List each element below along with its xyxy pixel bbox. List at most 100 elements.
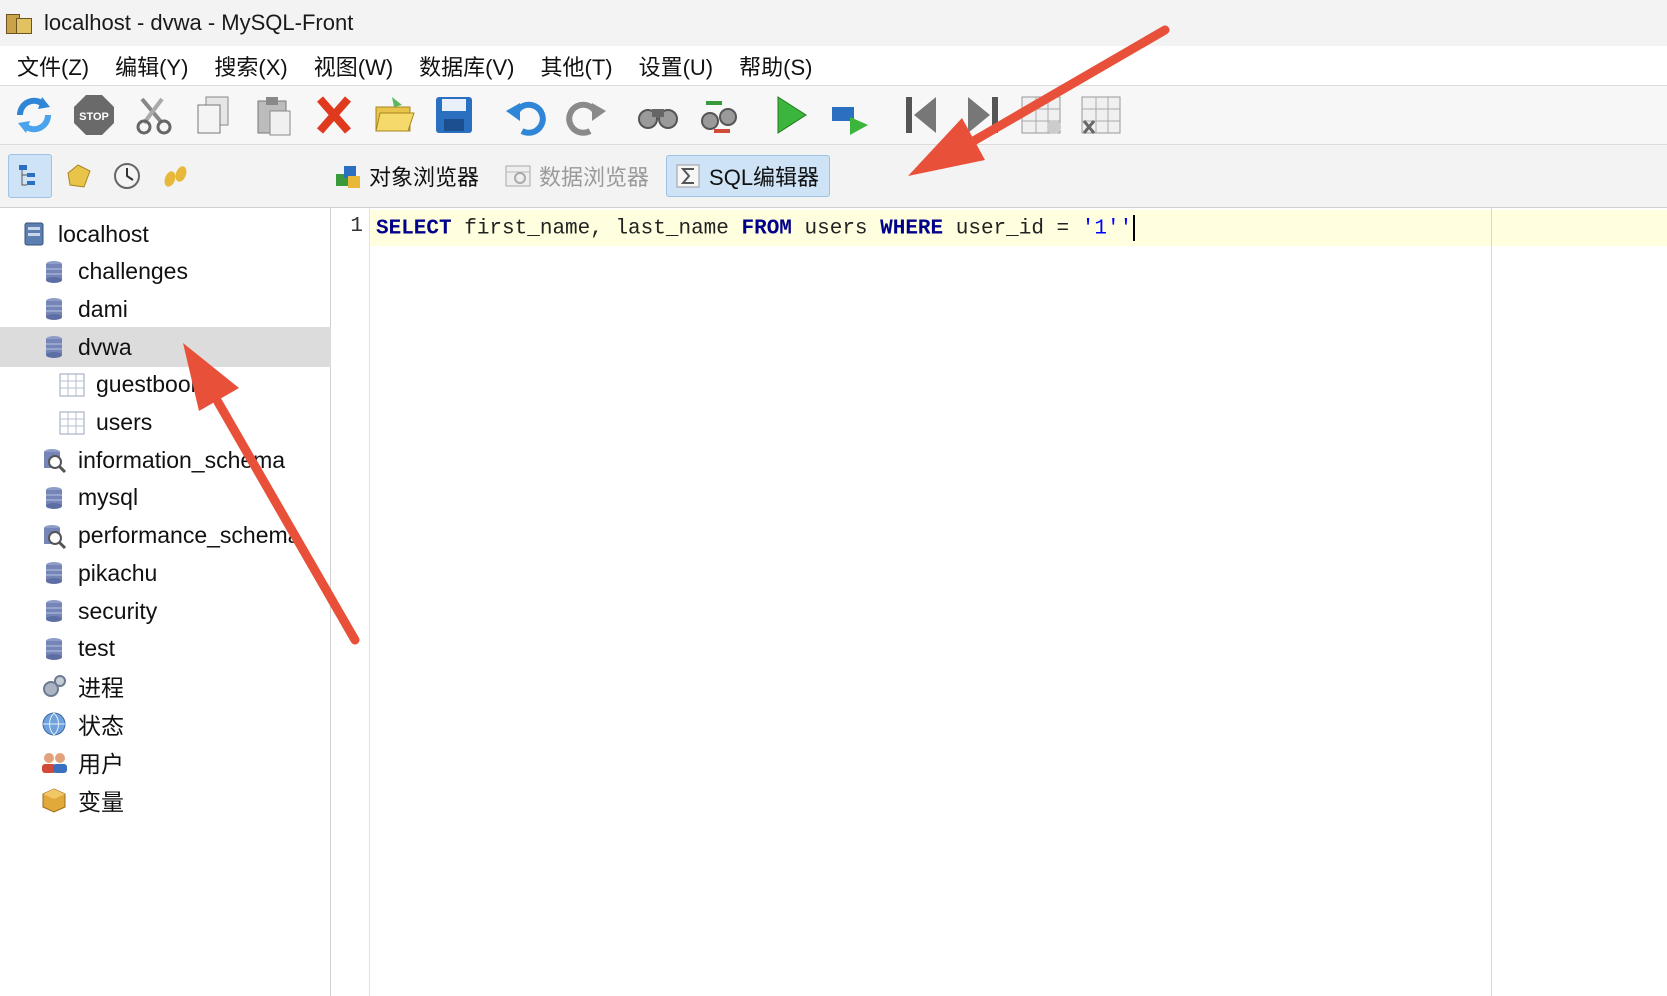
mysql-front-logo-icon: [4, 8, 34, 38]
tree-item-label: users: [96, 409, 153, 435]
sql-editor-icon: [673, 161, 703, 191]
variables-icon: [40, 786, 68, 814]
database-icon: [40, 635, 68, 663]
tree-item[interactable]: localhost: [0, 214, 344, 254]
database-icon: [40, 484, 68, 512]
run-selection-icon[interactable]: [826, 91, 874, 139]
run-icon[interactable]: [766, 91, 814, 139]
tree-item[interactable]: information_schema: [0, 440, 364, 480]
tree-item[interactable]: 状态: [0, 704, 364, 744]
system-database-icon: [40, 446, 68, 474]
processes-icon: [40, 672, 68, 700]
table-icon: [58, 371, 86, 399]
bookmarks-icon[interactable]: [58, 155, 100, 197]
history-icon[interactable]: [106, 155, 148, 197]
menu-search[interactable]: 搜索(X): [201, 50, 300, 82]
database-icon: [40, 295, 68, 323]
delete-icon[interactable]: [310, 91, 358, 139]
replace-icon[interactable]: [694, 91, 742, 139]
tree-item-label: localhost: [58, 220, 149, 247]
sql-string: '1'': [1081, 217, 1133, 241]
tree-item[interactable]: guestbook: [0, 365, 382, 405]
sql-text: first_name, last_name: [451, 217, 742, 241]
database-icon: [40, 333, 68, 361]
line-number: 1: [350, 215, 363, 238]
copy-icon[interactable]: [190, 91, 238, 139]
navigator-icon[interactable]: [8, 154, 52, 198]
explorer-icon[interactable]: [154, 155, 196, 197]
sql-editor[interactable]: 1 SELECT first_name, last_name FROM user…: [331, 208, 1667, 996]
cut-icon[interactable]: [130, 91, 178, 139]
save-icon[interactable]: [430, 91, 478, 139]
data-browser-icon: [503, 161, 533, 191]
first-record-icon[interactable]: [898, 91, 946, 139]
tree-item-label: 进程: [78, 675, 124, 702]
tree-item-label: test: [78, 635, 116, 662]
paste-icon[interactable]: [250, 91, 298, 139]
sql-keyword: SELECT: [376, 217, 452, 241]
stop-icon[interactable]: STOP: [70, 91, 118, 139]
sql-keyword: FROM: [741, 217, 792, 241]
menu-file[interactable]: 文件(Z): [4, 50, 102, 82]
tree-item[interactable]: challenges: [0, 252, 364, 292]
menu-bar: 文件(Z) 编辑(Y) 搜索(X) 视图(W) 数据库(V) 其他(T) 设置(…: [0, 46, 1667, 86]
tree-item[interactable]: pikachu: [0, 553, 364, 593]
object-browser-icon: [333, 161, 363, 191]
tree-item-label: mysql: [78, 484, 139, 511]
tree-item-label: challenges: [78, 258, 188, 285]
tree-item-label: 变量: [78, 788, 124, 815]
menu-database[interactable]: 数据库(V): [406, 50, 527, 82]
tree-item[interactable]: dami: [0, 289, 364, 329]
redo-icon[interactable]: [562, 91, 610, 139]
tree-item-label: dami: [78, 295, 128, 322]
tree-item[interactable]: mysql: [0, 478, 364, 518]
line-number-gutter: 1: [331, 208, 370, 996]
table-icon: [58, 409, 86, 437]
menu-help[interactable]: 帮助(S): [726, 50, 825, 82]
tree-item-label: 状态: [78, 713, 124, 740]
tree-item[interactable]: 用户: [0, 742, 364, 782]
tree-item-label: guestbook: [96, 371, 203, 398]
tree-item[interactable]: 进程: [0, 666, 364, 706]
refresh-icon[interactable]: [10, 91, 58, 139]
undo-icon[interactable]: [502, 91, 550, 139]
find-icon[interactable]: [634, 91, 682, 139]
database-icon: [40, 559, 68, 587]
text-caret: [1133, 215, 1136, 241]
open-icon[interactable]: [370, 91, 418, 139]
database-icon: [40, 258, 68, 286]
sql-code-line[interactable]: SELECT first_name, last_name FROM users …: [376, 215, 1136, 241]
menu-other[interactable]: 其他(T): [528, 50, 626, 82]
menu-settings[interactable]: 设置(U): [626, 50, 727, 82]
menu-view[interactable]: 视图(W): [301, 50, 406, 82]
server-icon: [20, 220, 48, 248]
system-database-icon: [40, 522, 68, 550]
tree-item[interactable]: 变量: [0, 780, 364, 820]
svg-text:STOP: STOP: [79, 111, 109, 123]
tree-item-label: dvwa: [78, 333, 132, 360]
tree-item-label: pikachu: [78, 559, 158, 586]
delete-record-icon[interactable]: [1078, 91, 1126, 139]
menu-edit[interactable]: 编辑(Y): [102, 50, 201, 82]
users-icon: [40, 748, 68, 776]
last-record-icon[interactable]: [958, 91, 1006, 139]
tree-item[interactable]: dvwa: [0, 327, 364, 368]
tree-item[interactable]: users: [0, 403, 382, 443]
title-bar: localhost - dvwa - MySQL-Front: [0, 0, 1667, 46]
tree-item[interactable]: security: [0, 591, 364, 631]
insert-record-icon[interactable]: [1018, 91, 1066, 139]
tab-data-browser[interactable]: 数据浏览器: [496, 155, 660, 197]
tree-item[interactable]: test: [0, 629, 364, 669]
object-tree: localhost challenges dami dvwa guestbook user…: [0, 208, 364, 996]
sql-text: users: [791, 217, 881, 241]
tree-item-label: security: [78, 597, 158, 624]
database-icon: [40, 597, 68, 625]
sql-text: user_id =: [943, 217, 1082, 241]
tab-label: 数据浏览器: [539, 165, 650, 190]
tab-label: SQL编辑器: [709, 165, 820, 190]
tab-label: 对象浏览器: [369, 165, 480, 190]
view-toolbar: 对象浏览器 数据浏览器 SQL编辑器: [0, 145, 1667, 207]
tab-object-browser[interactable]: 对象浏览器: [326, 155, 490, 197]
tab-sql-editor[interactable]: SQL编辑器: [666, 155, 831, 197]
tree-item[interactable]: performance_schema: [0, 516, 364, 556]
